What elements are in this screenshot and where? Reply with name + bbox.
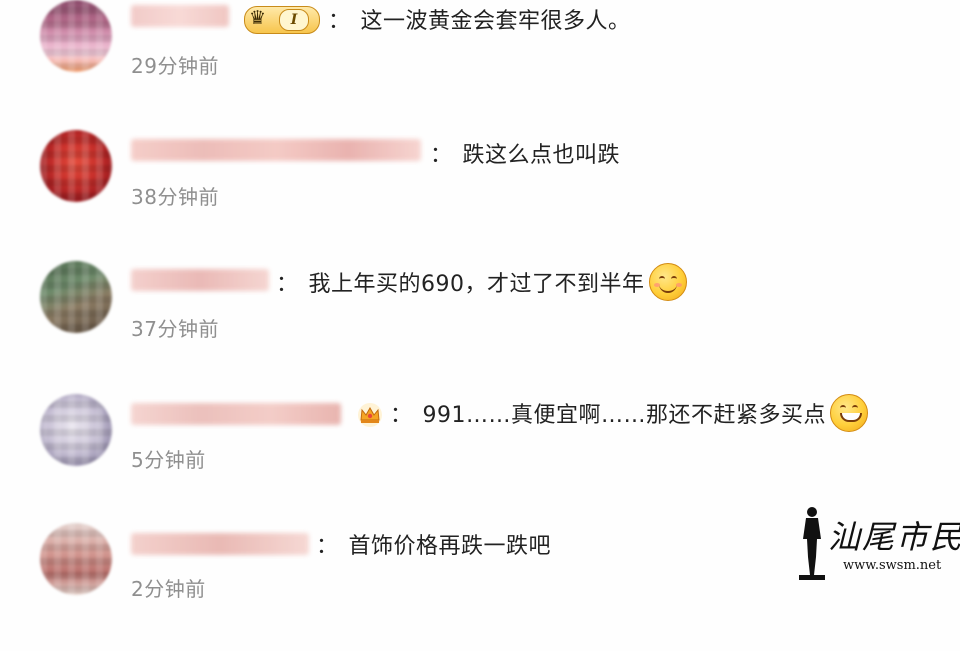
watermark-url: www.swsm.net xyxy=(843,558,942,573)
comment-text: 991……真便宜啊……那还不赶紧多买点 xyxy=(422,403,827,428)
crown-icon: ♛ xyxy=(249,7,267,29)
comment-text: 跌这么点也叫跌 xyxy=(462,143,621,168)
username-blurred[interactable] xyxy=(131,533,309,555)
colon: ： xyxy=(328,9,351,34)
colon: ： xyxy=(276,272,299,297)
crown-icon[interactable] xyxy=(356,402,384,428)
comment-item: ： 991……真便宜啊……那还不赶紧多买点 5分钟前 xyxy=(0,392,960,522)
comment-item: ： 跌这么点也叫跌 38分钟前 xyxy=(0,128,960,258)
avatar[interactable] xyxy=(40,523,112,595)
grin-emoji xyxy=(830,394,869,432)
username-blurred[interactable] xyxy=(131,269,269,291)
username-blurred[interactable] xyxy=(131,139,421,161)
comment-item: ♛ I ： 这一波黄金会套牢很多人。 29分钟前 xyxy=(0,0,960,128)
watermark: 汕尾市民网 www.swsm.net xyxy=(795,505,960,580)
comment-time: 38分钟前 xyxy=(131,185,219,209)
comment-time: 5分钟前 xyxy=(131,448,206,472)
smile-emoji xyxy=(648,263,687,301)
colon: ： xyxy=(316,534,339,559)
colon: ： xyxy=(390,403,413,428)
avatar[interactable] xyxy=(40,130,112,202)
comment-time: 37分钟前 xyxy=(131,317,219,341)
comment-time: 29分钟前 xyxy=(131,54,219,78)
avatar[interactable] xyxy=(40,261,112,333)
vip-badge[interactable]: ♛ I xyxy=(244,6,320,34)
vip-level: I xyxy=(279,9,309,31)
watermark-title: 汕尾市民网 xyxy=(828,518,960,556)
colon: ： xyxy=(430,143,453,168)
comment-item: ： 我上年买的690，才过了不到半年 37分钟前 xyxy=(0,259,960,389)
comment-text: 首饰价格再跌一跌吧 xyxy=(348,534,552,559)
avatar[interactable] xyxy=(40,394,112,466)
username-blurred[interactable] xyxy=(131,5,229,27)
username-blurred[interactable] xyxy=(131,403,341,425)
comment-text: 我上年买的690，才过了不到半年 xyxy=(308,272,645,297)
comment-text: 这一波黄金会套牢很多人。 xyxy=(360,9,631,34)
statue-icon xyxy=(799,507,825,580)
avatar[interactable] xyxy=(40,0,112,72)
comment-time: 2分钟前 xyxy=(131,577,206,601)
